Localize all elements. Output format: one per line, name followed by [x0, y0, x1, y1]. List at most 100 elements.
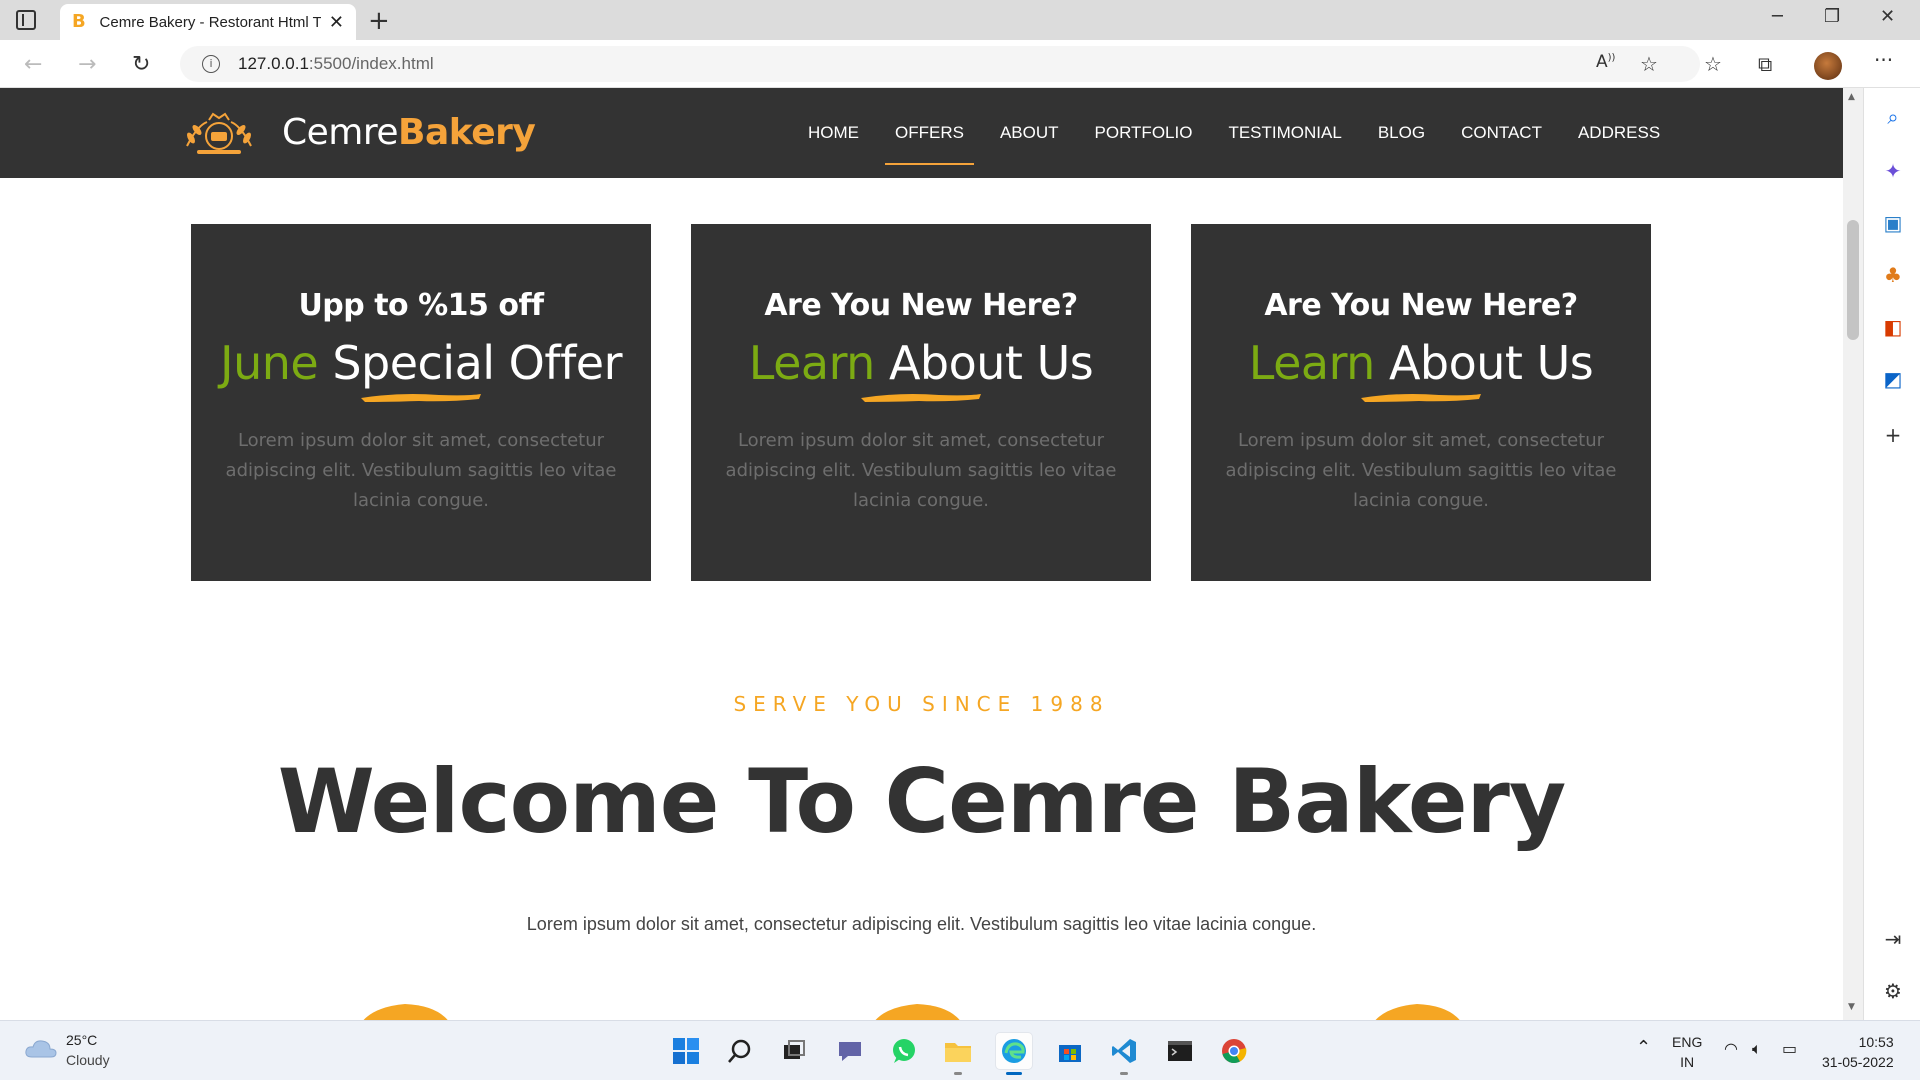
- card-kicker: Upp to %15 off: [298, 288, 544, 323]
- weather-temperature[interactable]: 25°C: [66, 1032, 97, 1048]
- folder-icon: [945, 1043, 971, 1062]
- nav-blog[interactable]: BLOG: [1360, 88, 1443, 178]
- scroll-down-icon[interactable]: ▼: [1848, 1002, 1855, 1012]
- browser-tab[interactable]: B Cemre Bakery - Restorant Html T ✕: [60, 4, 356, 40]
- settings-gear-icon[interactable]: ⚙: [1882, 980, 1904, 1002]
- vscode-button[interactable]: [1106, 1033, 1142, 1075]
- whatsapp-button[interactable]: [886, 1033, 922, 1069]
- collections-icon[interactable]: ⧉: [1758, 52, 1772, 76]
- offer-card[interactable]: Are You New Here? Learn About Us Lorem i…: [1191, 224, 1651, 581]
- file-explorer-button[interactable]: [940, 1033, 976, 1075]
- profile-avatar[interactable]: [1814, 52, 1842, 80]
- vscode-icon: [1112, 1039, 1136, 1063]
- system-clock[interactable]: 10:53 31-05-2022: [1822, 1032, 1894, 1072]
- language-code: ENG: [1672, 1034, 1703, 1050]
- hide-sidebar-icon[interactable]: ⇥: [1882, 928, 1904, 950]
- favorites-icon[interactable]: ☆: [1704, 52, 1722, 76]
- page-viewport: CemreBakery HOME OFFERS ABOUT PORTFOLIO …: [0, 88, 1843, 1020]
- card-title-green: Learn: [748, 336, 876, 390]
- read-aloud-icon[interactable]: A)): [1596, 52, 1615, 72]
- running-indicator: [954, 1072, 962, 1075]
- edge-icon: [1002, 1039, 1026, 1063]
- active-indicator: [1006, 1072, 1022, 1075]
- site-logo[interactable]: CemreBakery: [282, 112, 536, 153]
- tab-title: Cemre Bakery - Restorant Html T: [99, 13, 321, 31]
- close-tab-icon[interactable]: ✕: [329, 12, 344, 33]
- weather-description[interactable]: Cloudy: [66, 1052, 110, 1068]
- chat-icon: [839, 1042, 861, 1061]
- search-icon[interactable]: ⌕: [1882, 106, 1904, 128]
- add-favorite-icon[interactable]: ☆: [1640, 52, 1658, 76]
- start-button[interactable]: [668, 1033, 704, 1069]
- page-scrollbar[interactable]: ▲ ▼: [1843, 88, 1863, 1020]
- tools-icon[interactable]: ▣: [1882, 212, 1904, 234]
- offer-card[interactable]: Upp to %15 off June Special Offer Lorem …: [191, 224, 651, 581]
- card-title: June Special Offer: [191, 336, 651, 390]
- show-hidden-icons-icon[interactable]: ⌃: [1636, 1037, 1651, 1058]
- edge-browser-button[interactable]: [996, 1033, 1032, 1075]
- nav-home[interactable]: HOME: [790, 88, 877, 178]
- teams-chat-button[interactable]: [832, 1033, 868, 1069]
- address-toolbar: ← → ↻ i 127.0.0.1:5500/index.html A)) ☆ …: [0, 40, 1920, 88]
- terminal-button[interactable]: [1162, 1033, 1198, 1069]
- card-title-green: Learn: [1248, 336, 1376, 390]
- forward-icon[interactable]: →: [78, 52, 96, 77]
- refresh-icon[interactable]: ↻: [132, 52, 150, 77]
- games-icon[interactable]: ♣: [1882, 264, 1904, 286]
- store-icon: [1059, 1045, 1081, 1062]
- site-header: CemreBakery HOME OFFERS ABOUT PORTFOLIO …: [0, 88, 1843, 178]
- office-icon[interactable]: ◧: [1882, 316, 1904, 338]
- taskbar-search-button[interactable]: [722, 1033, 758, 1069]
- wifi-icon[interactable]: ◠: [1724, 1039, 1738, 1058]
- discover-icon[interactable]: ✦: [1882, 160, 1904, 182]
- welcome-text: Lorem ipsum dolor sit amet, consectetur …: [526, 914, 1317, 934]
- feature-brush-icon: [875, 1004, 960, 1020]
- tab-actions-icon[interactable]: [16, 10, 36, 30]
- card-title-green: June: [220, 336, 319, 390]
- new-tab-icon[interactable]: +: [368, 6, 390, 36]
- add-sidebar-app-icon[interactable]: +: [1882, 424, 1904, 446]
- task-view-button[interactable]: [776, 1033, 812, 1069]
- card-body: Lorem ipsum dolor sit amet, consectetur …: [725, 430, 1117, 511]
- task-view-icon: [784, 1040, 805, 1059]
- more-options-icon[interactable]: ···: [1874, 48, 1893, 72]
- logo-bold-text: Bakery: [398, 112, 536, 153]
- outlook-icon[interactable]: ◩: [1882, 368, 1904, 390]
- brush-underline-icon: [861, 394, 981, 402]
- nav-testimonial[interactable]: TESTIMONIAL: [1210, 88, 1359, 178]
- windows-logo-icon: [673, 1038, 699, 1064]
- region-code: IN: [1680, 1054, 1695, 1070]
- url-host: 127.0.0.1: [238, 54, 309, 73]
- scroll-up-icon[interactable]: ▲: [1848, 92, 1855, 102]
- battery-icon[interactable]: ▭: [1782, 1039, 1797, 1058]
- card-title: Learn About Us: [691, 336, 1151, 390]
- nav-address[interactable]: ADDRESS: [1560, 88, 1678, 178]
- site-info-icon[interactable]: i: [202, 55, 220, 73]
- url-field[interactable]: i 127.0.0.1:5500/index.html: [180, 46, 1700, 82]
- minimize-icon[interactable]: ─: [1772, 6, 1783, 27]
- chrome-button[interactable]: [1216, 1033, 1252, 1069]
- nav-contact[interactable]: CONTACT: [1443, 88, 1560, 178]
- nav-offers[interactable]: OFFERS: [877, 88, 982, 178]
- card-body: Lorem ipsum dolor sit amet, consectetur …: [1225, 430, 1617, 511]
- card-title-white: About Us: [1388, 336, 1594, 390]
- favicon-icon: B: [72, 11, 86, 32]
- nav-about[interactable]: ABOUT: [982, 88, 1077, 178]
- close-window-icon[interactable]: ✕: [1880, 6, 1895, 27]
- running-indicator: [1120, 1072, 1128, 1075]
- back-icon[interactable]: ←: [24, 52, 42, 77]
- scroll-thumb[interactable]: [1847, 220, 1859, 340]
- card-title-white: About Us: [888, 336, 1094, 390]
- microsoft-store-button[interactable]: [1052, 1033, 1088, 1069]
- language-indicator[interactable]: ENG IN: [1672, 1032, 1702, 1072]
- offer-card[interactable]: Are You New Here? Learn About Us Lorem i…: [691, 224, 1151, 581]
- edge-sidebar: ⌕ ✦ ▣ ♣ ◧ ◩ + ⇥ ⚙: [1863, 88, 1920, 1020]
- card-kicker: Are You New Here?: [764, 288, 1078, 323]
- bakery-logo-icon: [186, 112, 252, 154]
- restore-icon[interactable]: ❐: [1824, 6, 1840, 27]
- serve-since-tagline: SERVE YOU SINCE 1988: [733, 692, 1110, 716]
- volume-icon[interactable]: 🔈︎: [1752, 1039, 1762, 1059]
- card-kicker: Are You New Here?: [1264, 288, 1578, 323]
- nav-portfolio[interactable]: PORTFOLIO: [1077, 88, 1211, 178]
- offer-cards: Upp to %15 off June Special Offer Lorem …: [191, 224, 1651, 581]
